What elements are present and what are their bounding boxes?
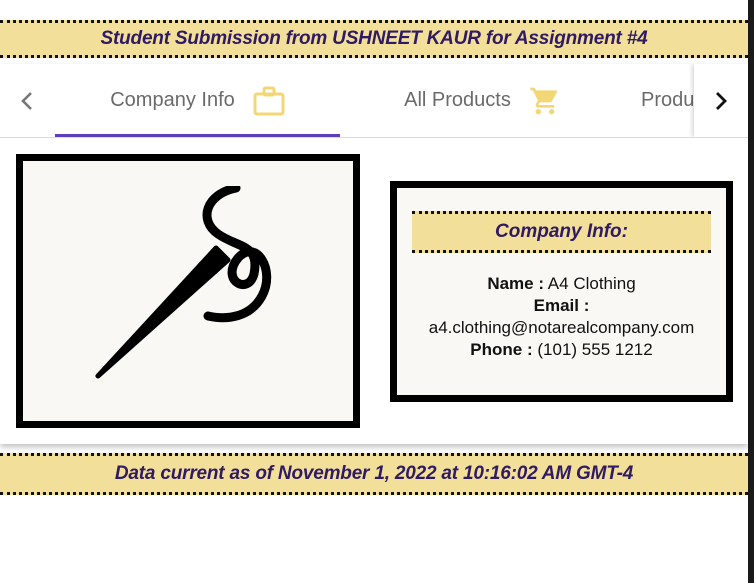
company-info-details: Name : A4 Clothing Email : a4.clothing@n… [397, 273, 726, 361]
needle-thread-icon [95, 186, 272, 379]
tab-scroll-next-button[interactable] [694, 64, 748, 137]
company-name-row: Name : A4 Clothing [397, 273, 726, 295]
briefcase-icon [253, 86, 285, 116]
company-info-heading: Company Info: [412, 211, 711, 253]
data-timestamp-banner: Data current as of November 1, 2022 at 1… [0, 453, 748, 495]
company-phone-row: Phone : (101) 555 1212 [397, 339, 726, 361]
submission-banner-text: Student Submission from USHNEET KAUR for… [100, 28, 648, 49]
chevron-right-icon [716, 91, 727, 110]
window-edge [748, 0, 754, 583]
tab-label: Company Info [110, 89, 235, 111]
company-logo-frame [16, 154, 360, 428]
tab-label: All Products [404, 89, 511, 111]
chevron-left-icon [21, 91, 32, 110]
phone-value: (101) 555 1212 [537, 340, 653, 359]
cart-icon [529, 85, 561, 117]
phone-label: Phone : [470, 340, 533, 359]
email-value: a4.clothing@notarealcompany.com [428, 318, 695, 337]
email-label: Email : [533, 296, 590, 315]
submission-banner: Student Submission from USHNEET KAUR for… [0, 20, 748, 58]
company-info-heading-text: Company Info: [495, 221, 628, 242]
tab-bar: Company Info All Products Produ [0, 64, 748, 138]
name-value: A4 Clothing [547, 274, 636, 293]
tab-all-products[interactable]: All Products [340, 64, 625, 137]
tab-company-info[interactable]: Company Info [55, 64, 340, 137]
tab-label: Produ [641, 89, 695, 111]
company-info-panel: Company Info: Name : A4 Clothing Email :… [390, 181, 733, 402]
content-card: Company Info All Products Produ Company … [0, 64, 748, 444]
tab-scroll-prev-button[interactable] [0, 64, 54, 137]
company-email-row: Email : [397, 295, 726, 317]
name-label: Name : [487, 274, 544, 293]
data-timestamp-text: Data current as of November 1, 2022 at 1… [114, 463, 634, 484]
